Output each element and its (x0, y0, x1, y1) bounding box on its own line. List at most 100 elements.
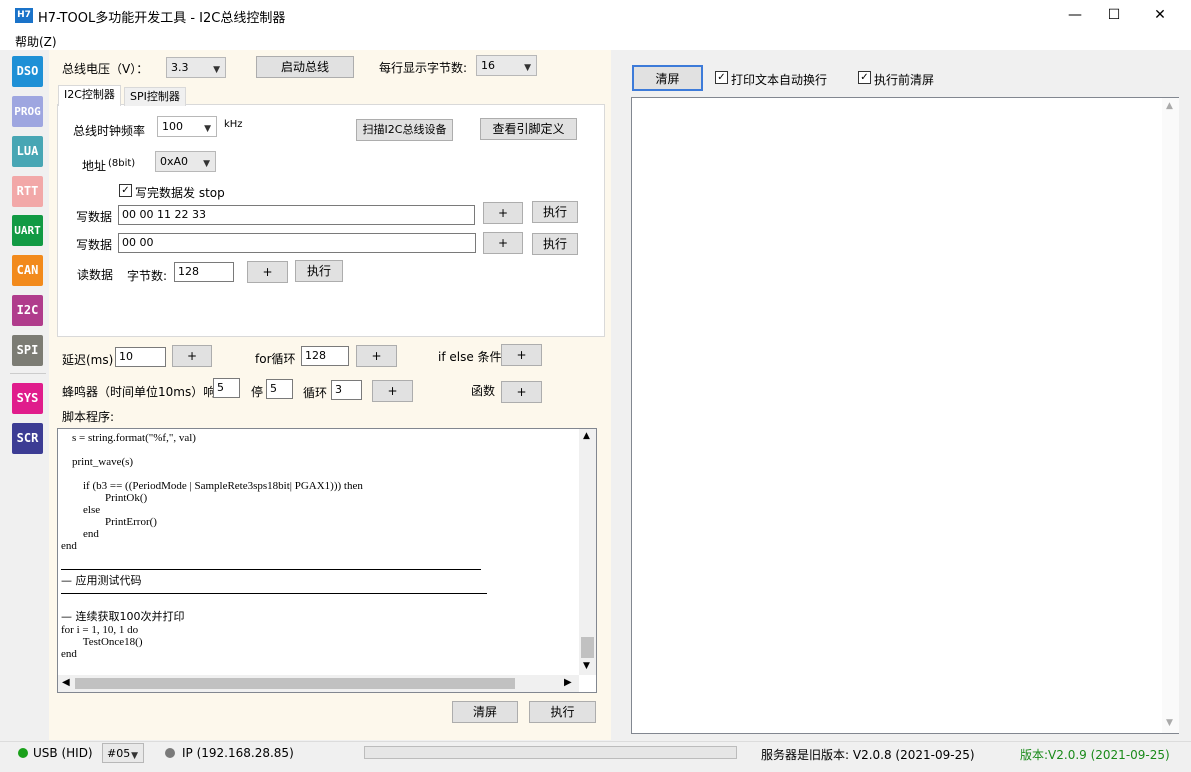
sidebar-sys-icon[interactable]: SYS (12, 383, 43, 414)
write1-add-button[interactable]: + (483, 202, 523, 224)
voltage-value: 3.3 (171, 61, 189, 74)
beep-add-button[interactable]: + (372, 380, 413, 402)
port-value: #05 (107, 747, 131, 760)
sidebar-uart-icon[interactable]: UART (12, 215, 43, 246)
code-line: print_wave(s) (61, 456, 134, 468)
read-add-button[interactable]: + (247, 261, 288, 283)
write2-exec-button[interactable]: 执行 (532, 233, 578, 255)
beep-off-input[interactable]: 5 (266, 379, 293, 399)
wrap-checkbox[interactable]: ✓ (715, 71, 728, 84)
hscrollbar-thumb[interactable] (75, 678, 515, 689)
scroll-left-icon[interactable]: ◀ (62, 677, 70, 688)
scan-i2c-button[interactable]: 扫描I2C总线设备 (356, 119, 453, 141)
code-line: s = string.format("%f,", val) (61, 432, 196, 444)
voltage-label: 总线电压（V）： (62, 62, 149, 76)
ip-status: IP (192.168.28.85) (182, 746, 294, 760)
sidebar-can-icon[interactable]: CAN (12, 255, 43, 286)
scroll-right-icon[interactable]: ▶ (564, 677, 572, 688)
scroll-down-icon[interactable]: ▼ (583, 661, 590, 671)
beep-stop-label: 停 (251, 385, 264, 399)
write2-input[interactable]: 00 00 (118, 233, 476, 253)
beep-loop-input[interactable]: 3 (331, 380, 362, 400)
usb-status-dot-icon (18, 748, 28, 758)
bytes-per-line-value: 16 (481, 59, 495, 72)
read-label: 读数据 (77, 268, 114, 282)
bytes-per-line-label: 每行显示字节数: (379, 61, 468, 75)
ifelse-label: if else 条件 (438, 350, 502, 364)
bytes-per-line-select[interactable]: 16 ▼ (476, 55, 537, 76)
chevron-down-icon: ▼ (204, 124, 211, 134)
code-line: else (61, 504, 101, 516)
address-hint: (8bit) (108, 158, 136, 169)
address-select[interactable]: 0xA0 ▼ (155, 151, 216, 172)
sidebar-rtt-icon[interactable]: RTT (12, 176, 43, 207)
scroll-up-icon[interactable]: ▲ (1166, 101, 1173, 111)
voltage-select[interactable]: 3.3 ▼ (166, 57, 226, 78)
sidebar-scr-icon[interactable]: SCR (12, 423, 43, 454)
vertical-scrollbar[interactable]: ▲ ▼ (579, 429, 596, 675)
view-pinout-button[interactable]: 查看引脚定义 (480, 118, 577, 140)
stop-checkbox[interactable]: ✓ (119, 184, 132, 197)
code-line: — 连续获取100次并打印 (61, 610, 185, 623)
output-clear-button[interactable]: 清屏 (632, 65, 703, 91)
maximize-button[interactable]: ☐ (1091, 0, 1137, 30)
ip-status-dot-icon (165, 748, 175, 758)
scroll-up-icon[interactable]: ▲ (583, 431, 590, 441)
for-loop-add-button[interactable]: + (356, 345, 397, 367)
beep-label: 蜂鸣器（时间单位10ms）响 (62, 385, 216, 399)
address-value: 0xA0 (160, 155, 189, 168)
clock-select[interactable]: 100 ▼ (157, 116, 217, 137)
chevron-down-icon: ▼ (203, 159, 210, 169)
tab-i2c-controller[interactable]: I2C控制器 (58, 85, 121, 106)
for-loop-input[interactable]: 128 (301, 346, 349, 366)
window-title: H7-TOOL多功能开发工具 - I2C总线控制器 (38, 11, 286, 26)
sidebar-i2c-icon[interactable]: I2C (12, 295, 43, 326)
write2-add-button[interactable]: + (483, 232, 523, 254)
sidebar-lua-icon[interactable]: LUA (12, 136, 43, 167)
address-label: 地址 (82, 159, 107, 173)
sidebar-prog-icon[interactable]: PROG (12, 96, 43, 127)
sidebar-spi-icon[interactable]: SPI (12, 335, 43, 366)
clear-before-checkbox[interactable]: ✓ (858, 71, 871, 84)
script-editor[interactable]: s = string.format("%f,", val) print_wave… (57, 428, 597, 693)
script-clear-button[interactable]: 清屏 (452, 701, 518, 723)
scrollbar-thumb[interactable] (581, 637, 594, 658)
function-label: 函数 (471, 384, 496, 398)
close-button[interactable]: ✕ (1137, 0, 1183, 30)
clear-before-checkbox-label: 执行前清屏 (874, 73, 935, 87)
delay-add-button[interactable]: + (172, 345, 212, 367)
ifelse-add-button[interactable]: + (501, 344, 542, 366)
scroll-down-icon[interactable]: ▼ (1166, 718, 1173, 728)
code-line: end (61, 648, 77, 660)
code-line: — 应用测试代码 (61, 574, 142, 587)
write1-input[interactable]: 00 00 11 22 33 (118, 205, 475, 225)
menu-help[interactable]: 帮助(Z) (15, 33, 57, 50)
code-line: PrintOk() (61, 492, 148, 504)
port-select[interactable]: #05 ▼ (102, 743, 144, 763)
code-line: if (b3 == ((PeriodMode | SampleRete3sps1… (61, 480, 363, 492)
wrap-checkbox-label: 打印文本自动换行 (731, 73, 828, 87)
sidebar-dso-icon[interactable]: DSO (12, 56, 43, 87)
start-bus-button[interactable]: 启动总线 (256, 56, 354, 78)
function-add-button[interactable]: + (501, 381, 542, 403)
beep-loop-label: 循环 (303, 386, 328, 400)
chevron-down-icon: ▼ (213, 65, 220, 75)
app-version: 版本:V2.0.9 (2021-09-25) (1020, 748, 1170, 762)
tab-spi-controller[interactable]: SPI控制器 (124, 87, 186, 106)
horizontal-scrollbar[interactable]: ◀ ▶ (58, 675, 579, 692)
read-exec-button[interactable]: 执行 (295, 260, 343, 282)
code-line: end (61, 528, 99, 540)
output-textarea[interactable]: ▲ ▼ (631, 97, 1179, 734)
clock-value: 100 (162, 120, 183, 133)
delay-input[interactable]: 10 (115, 347, 166, 367)
write1-label: 写数据 (76, 210, 113, 224)
read-bytes-input[interactable]: 128 (174, 262, 234, 282)
beep-on-input[interactable]: 5 (213, 378, 240, 398)
separator-line (61, 593, 487, 594)
write1-exec-button[interactable]: 执行 (532, 201, 578, 223)
script-exec-button[interactable]: 执行 (529, 701, 596, 723)
progress-bar (364, 746, 737, 759)
output-scrollbar[interactable]: ▲ ▼ (1162, 98, 1179, 733)
code-line: for i = 1, 10, 1 do (61, 624, 139, 636)
code-line: PrintError() (61, 516, 157, 528)
